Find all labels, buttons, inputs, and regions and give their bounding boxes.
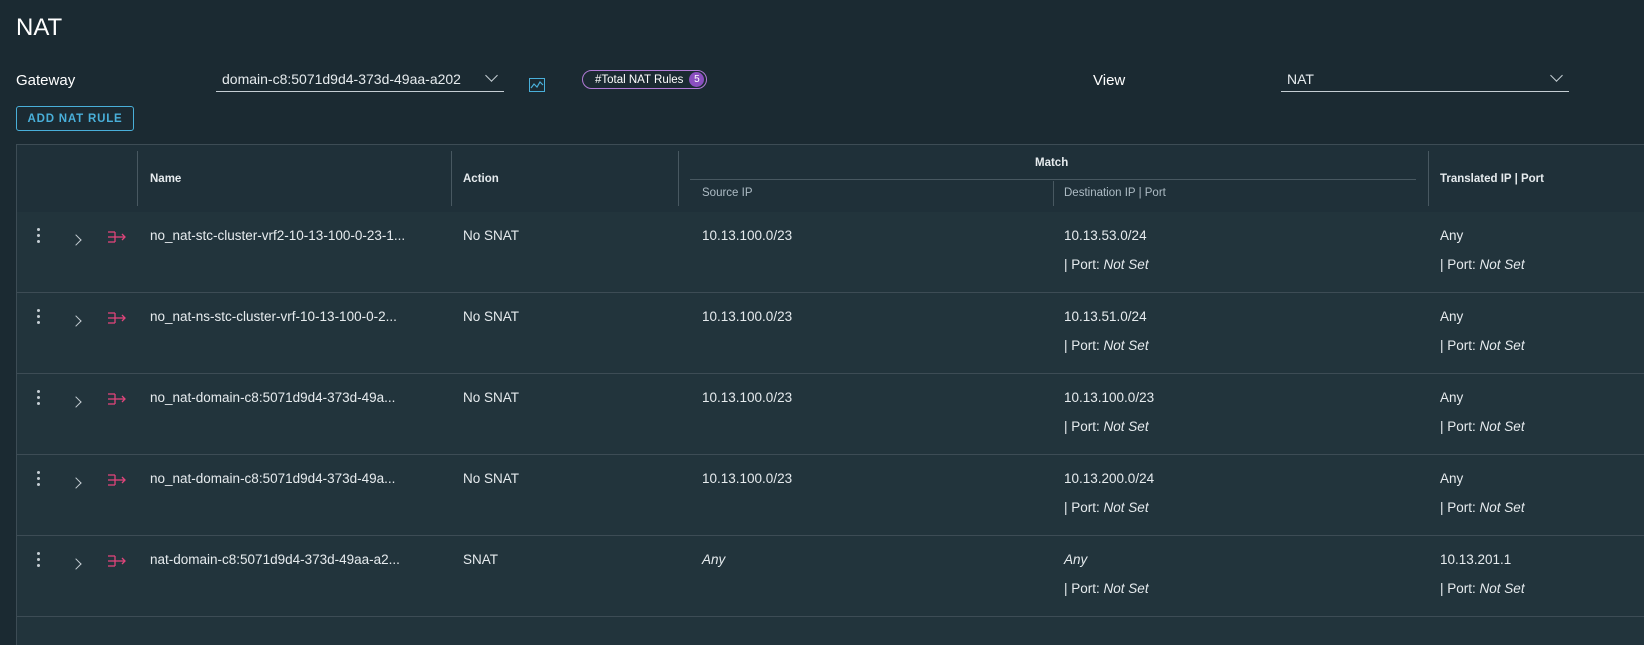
column-header-source-ip[interactable]: Source IP	[702, 187, 753, 199]
rule-destination-ip: 10.13.200.0/24	[1064, 471, 1155, 486]
port-prefix: | Port:	[1064, 500, 1100, 515]
rule-translated-port: | Port: Not Set	[1440, 338, 1525, 353]
gateway-select[interactable]: domain-c8:5071d9d4-373d-49aa-a202	[216, 69, 504, 92]
port-prefix: | Port:	[1440, 419, 1476, 434]
port-value: Not Set	[1103, 257, 1149, 272]
view-select[interactable]: NAT	[1281, 69, 1569, 92]
rule-destination-port: | Port: Not Set	[1064, 338, 1149, 353]
view-label: View	[1093, 72, 1126, 89]
port-value: Not Set	[1479, 338, 1525, 353]
rule-name: nat-domain-c8:5071d9d4-373d-49aa-a2...	[150, 552, 400, 567]
rule-destination-port: | Port: Not Set	[1064, 500, 1149, 515]
page-title: NAT	[16, 14, 63, 41]
gateway-label: Gateway	[16, 72, 76, 89]
rule-action: No SNAT	[463, 309, 520, 324]
column-header-action[interactable]: Action	[463, 173, 499, 185]
rule-source-ip: 10.13.100.0/23	[702, 390, 793, 405]
nat-rule-icon	[108, 474, 126, 486]
port-prefix: | Port:	[1440, 257, 1476, 272]
add-nat-rule-button[interactable]: ADD NAT RULE	[16, 106, 134, 131]
table-row[interactable]: no_nat-stc-cluster-vrf2-10-13-100-0-23-1…	[17, 212, 1644, 293]
rule-destination-ip: 10.13.100.0/23	[1064, 390, 1155, 405]
chevron-down-icon	[1550, 69, 1563, 82]
table-row[interactable]: nat-domain-c8:5071d9d4-373d-49aa-a2... SN…	[17, 536, 1644, 617]
table-row[interactable]: no_nat-domain-c8:5071d9d4-373d-49a... No …	[17, 455, 1644, 536]
rule-destination-ip: 10.13.51.0/24	[1064, 309, 1147, 324]
port-value: Not Set	[1479, 581, 1525, 596]
rule-translated-port: | Port: Not Set	[1440, 419, 1525, 434]
grid-header: Name Action Match Source IP Destination …	[17, 145, 1644, 213]
rule-translated-port: | Port: Not Set	[1440, 500, 1525, 515]
port-value: Not Set	[1103, 581, 1149, 596]
chevron-right-icon[interactable]	[70, 477, 82, 489]
column-header-name[interactable]: Name	[150, 173, 181, 185]
chevron-right-icon[interactable]	[70, 315, 82, 327]
rule-action: No SNAT	[463, 471, 520, 486]
nat-rule-icon	[108, 555, 126, 567]
rule-destination-port: | Port: Not Set	[1064, 419, 1149, 434]
rule-destination-port: | Port: Not Set	[1064, 257, 1149, 272]
rule-action: No SNAT	[463, 390, 520, 405]
nat-rule-icon	[108, 393, 126, 405]
rule-source-ip: 10.13.100.0/23	[702, 228, 793, 243]
rule-destination-ip: Any	[1064, 552, 1088, 567]
port-value: Not Set	[1103, 500, 1149, 515]
total-nat-rules-count: 5	[689, 72, 705, 87]
column-header-match: Match	[1035, 157, 1069, 169]
chevron-right-icon[interactable]	[70, 558, 82, 570]
rule-source-ip: 10.13.100.0/23	[702, 471, 793, 486]
rule-name: no_nat-stc-cluster-vrf2-10-13-100-0-23-1…	[150, 228, 406, 243]
rule-translated-ip: Any	[1440, 471, 1464, 486]
nat-rules-grid: Name Action Match Source IP Destination …	[16, 144, 1644, 645]
nat-rule-icon	[108, 312, 126, 324]
row-actions-icon[interactable]	[37, 552, 41, 570]
table-row[interactable]: no_nat-ns-stc-cluster-vrf-10-13-100-0-2.…	[17, 293, 1644, 374]
port-prefix: | Port:	[1064, 338, 1100, 353]
rule-destination-ip: 10.13.53.0/24	[1064, 228, 1147, 243]
port-value: Not Set	[1103, 338, 1149, 353]
chevron-right-icon[interactable]	[70, 396, 82, 408]
rule-translated-port: | Port: Not Set	[1440, 581, 1525, 596]
chart-line-icon[interactable]	[529, 78, 545, 92]
port-prefix: | Port:	[1440, 338, 1476, 353]
chevron-right-icon[interactable]	[70, 234, 82, 246]
port-prefix: | Port:	[1064, 419, 1100, 434]
rule-source-ip: 10.13.100.0/23	[702, 309, 793, 324]
port-prefix: | Port:	[1440, 500, 1476, 515]
rule-name: no_nat-domain-c8:5071d9d4-373d-49a...	[150, 471, 396, 486]
column-header-destination[interactable]: Destination IP | Port	[1064, 187, 1166, 199]
row-actions-icon[interactable]	[37, 228, 41, 246]
port-value: Not Set	[1479, 500, 1525, 515]
row-actions-icon[interactable]	[37, 390, 41, 408]
total-nat-rules-label: #Total NAT Rules	[595, 73, 684, 86]
view-select-value: NAT	[1287, 70, 1314, 87]
port-prefix: | Port:	[1064, 581, 1100, 596]
total-nat-rules-badge: #Total NAT Rules 5	[582, 70, 708, 89]
rule-translated-ip: Any	[1440, 309, 1464, 324]
port-value: Not Set	[1103, 419, 1149, 434]
row-actions-icon[interactable]	[37, 309, 41, 327]
port-prefix: | Port:	[1064, 257, 1100, 272]
rule-source-ip: Any	[702, 552, 726, 567]
table-row[interactable]: no_nat-domain-c8:5071d9d4-373d-49a... No …	[17, 374, 1644, 455]
port-prefix: | Port:	[1440, 581, 1476, 596]
port-value: Not Set	[1479, 257, 1525, 272]
gateway-select-value: domain-c8:5071d9d4-373d-49aa-a202	[222, 70, 461, 87]
rule-name: no_nat-domain-c8:5071d9d4-373d-49a...	[150, 390, 396, 405]
rule-translated-ip: Any	[1440, 228, 1464, 243]
rule-action: No SNAT	[463, 228, 520, 243]
rule-translated-ip: 10.13.201.1	[1440, 552, 1512, 567]
rule-destination-port: | Port: Not Set	[1064, 581, 1149, 596]
rule-name: no_nat-ns-stc-cluster-vrf-10-13-100-0-2.…	[150, 309, 397, 324]
rule-translated-ip: Any	[1440, 390, 1464, 405]
port-value: Not Set	[1479, 419, 1525, 434]
column-header-translated[interactable]: Translated IP | Port	[1440, 173, 1544, 185]
chevron-down-icon	[485, 69, 498, 82]
rule-action: SNAT	[463, 552, 499, 567]
nat-rule-icon	[108, 231, 126, 243]
row-actions-icon[interactable]	[37, 471, 41, 489]
rule-translated-port: | Port: Not Set	[1440, 257, 1525, 272]
